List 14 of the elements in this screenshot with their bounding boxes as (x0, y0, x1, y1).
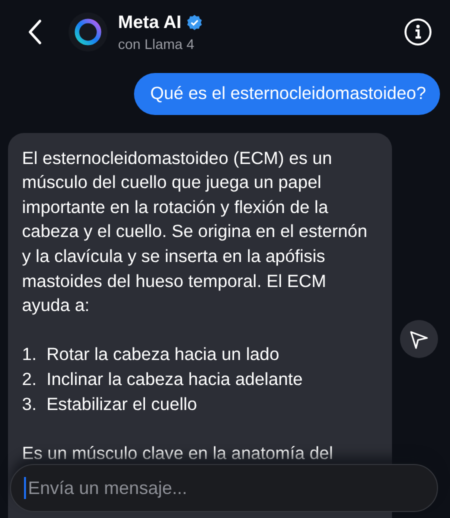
message-text: Qué es el esternocleidomastoideo? (150, 82, 426, 105)
message-text: Es un músculo clave en la anatomía del (22, 442, 334, 465)
send-icon[interactable] (400, 320, 438, 358)
list-item: 3. Estabilizar el cuello (22, 392, 198, 416)
back-icon[interactable] (28, 19, 42, 45)
info-icon[interactable] (404, 18, 432, 46)
chat-subtitle: con Llama 4 (118, 36, 196, 52)
ring-avatar-icon (68, 12, 108, 52)
message-text: El esternocleidomastoideo (ECM) es un músculo del cuello que juega un papel importante en la rotación y flexión de la cabeza y el cuello. Se origina en el esternón y la clavícula y se inserta en la apófisis mastoides del hueso temporal. El ECM ayuda a: (22, 146, 368, 318)
message-field[interactable]: Envía un mensaje... (10, 464, 438, 512)
list-item: 1. Rotar la cabeza hacia un lado (22, 343, 280, 366)
chat-title: Meta AI (118, 12, 182, 33)
list-item: 2. Inclinar la cabeza hacia adelante (22, 368, 304, 391)
text-cursor (24, 477, 26, 499)
